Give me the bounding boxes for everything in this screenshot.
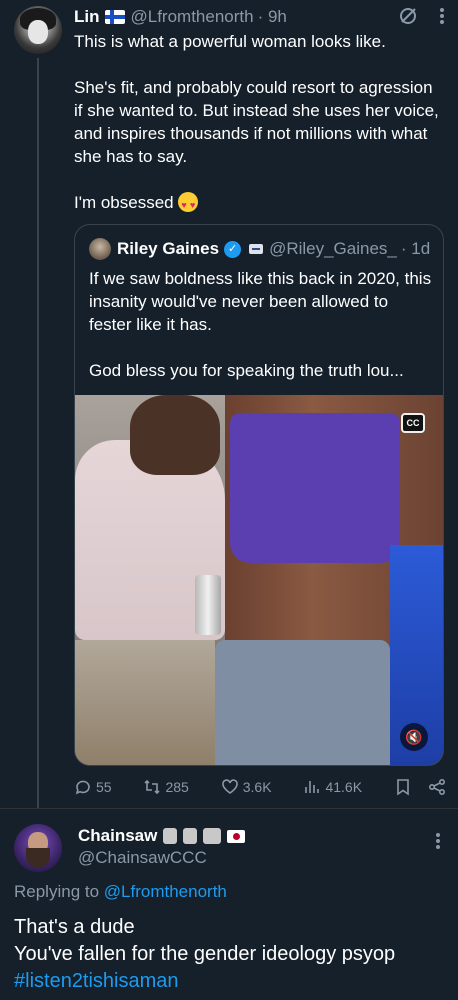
video-sports-top [230, 413, 400, 563]
microphone-emoji-icon [163, 828, 178, 844]
quoted-tweet-header: Riley Gaines ✓ @Riley_Gaines_ · 1d [89, 238, 430, 260]
extra-actions [394, 778, 446, 796]
tweet-actions: 55 285 3.6K 41.6K [74, 776, 446, 798]
toilet-emoji-icon [183, 828, 198, 844]
views-count: 41.6K [325, 779, 363, 795]
reply-count: 55 [96, 779, 112, 795]
retweet-icon [144, 779, 161, 795]
tweet-paragraph: I'm obsessed [74, 191, 444, 217]
cassette-emoji-icon [203, 828, 222, 844]
quoted-tweet[interactable]: Riley Gaines ✓ @Riley_Gaines_ · 1d If we… [74, 224, 444, 766]
quoted-tweet-text: If we saw boldness like this back in 202… [89, 267, 434, 405]
like-count: 3.6K [242, 779, 272, 795]
reply-author-avatar[interactable] [14, 824, 62, 872]
video-can [195, 575, 221, 635]
bookmark-icon[interactable] [394, 778, 412, 796]
video-sweatpants [215, 640, 390, 765]
tweet-divider [0, 808, 458, 809]
closed-captions-button[interactable]: CC [401, 413, 425, 433]
tweet-paragraph: She's fit, and probably could resort to … [74, 78, 439, 166]
replying-to-line: Replying to @Lfromthenorth [14, 882, 227, 902]
hashtag-link[interactable]: #listen2tishisaman [14, 968, 454, 995]
main-tweet[interactable]: Lin @Lfromthenorth · 9h This is what a p… [0, 0, 458, 810]
quoted-author-name: Riley Gaines [117, 239, 220, 258]
flag-japan-icon [227, 829, 246, 843]
reply-icon [75, 780, 90, 795]
video-player[interactable]: CC 🔇 [75, 395, 443, 765]
thread-line [37, 58, 39, 808]
heart-icon [221, 779, 238, 794]
flag-finland-icon [104, 10, 125, 24]
reply-author-name[interactable]: Chainsaw [78, 826, 157, 846]
author-handle[interactable]: @Lfromthenorth [131, 7, 254, 27]
reply-author-handle[interactable]: @ChainsawCCC [78, 848, 207, 868]
like-button[interactable]: 3.6K [221, 778, 272, 796]
quoted-author-handle: @Riley_Gaines_ [269, 239, 397, 258]
reply-line: That's a dude [14, 916, 135, 938]
quoted-tweet-time: · 1d [400, 239, 431, 258]
retweet-button[interactable]: 285 [143, 778, 189, 796]
views-icon [305, 781, 320, 793]
reply-button[interactable]: 55 [74, 778, 112, 796]
quoted-author-avatar [89, 238, 111, 260]
heart-eyes-emoji-icon [178, 192, 199, 217]
reply-line: You've fallen for the gender ideology ps… [14, 943, 396, 965]
video-lower-left [75, 640, 215, 765]
tweet-time[interactable]: · 9h [258, 7, 287, 27]
reply-more-icon[interactable] [436, 832, 440, 855]
video-person-hair [130, 395, 220, 475]
tweet-paragraph: This is what a powerful woman looks like… [74, 32, 386, 51]
tweet-paragraph-text: I'm obsessed [74, 193, 174, 212]
affiliate-badge-icon [249, 244, 264, 254]
tweet-header-icons [398, 6, 444, 31]
quoted-paragraph: If we saw boldness like this back in 202… [89, 269, 432, 334]
replying-to-prefix: Replying to [14, 882, 104, 901]
grok-icon[interactable] [398, 6, 418, 31]
tweet-text: This is what a powerful woman looks like… [74, 30, 444, 237]
verified-badge-icon: ✓ [224, 240, 242, 258]
author-avatar[interactable] [14, 6, 62, 54]
more-icon[interactable] [440, 7, 444, 30]
retweet-count: 285 [165, 779, 189, 795]
replying-to-link[interactable]: @Lfromthenorth [104, 882, 227, 901]
reply-text: That's a dude You've fallen for the gend… [14, 914, 454, 995]
mute-toggle-button[interactable]: 🔇 [400, 723, 428, 751]
share-icon[interactable] [428, 778, 446, 796]
views-button[interactable]: 41.6K [303, 778, 362, 796]
reply-tweet[interactable]: Chainsaw @ChainsawCCC Replying to @Lfrom… [0, 810, 458, 1000]
reply-author-name-row: Chainsaw [78, 826, 246, 846]
tweet-header: Lin @Lfromthenorth · 9h [74, 6, 287, 28]
quoted-paragraph: God bless you for speaking the truth lou… [89, 361, 404, 380]
author-name[interactable]: Lin [74, 7, 100, 27]
